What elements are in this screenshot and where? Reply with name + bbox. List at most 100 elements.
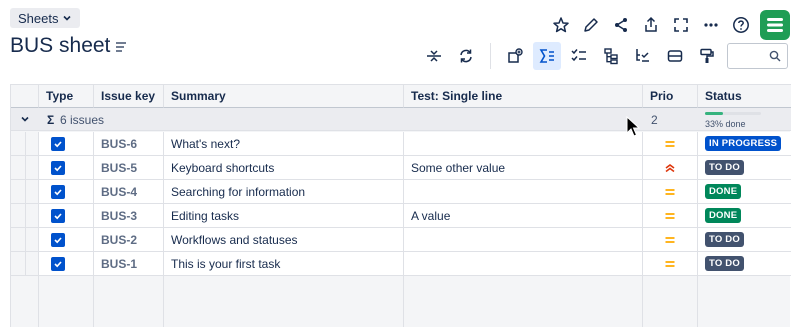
column-header-test[interactable]: Test: Single line bbox=[404, 84, 643, 108]
issue-key[interactable]: BUS-4 bbox=[101, 185, 137, 199]
table-row[interactable]: BUS-1 This is your first task TO DO bbox=[11, 252, 791, 276]
test-single-line-cell[interactable] bbox=[404, 252, 643, 276]
tree-line bbox=[25, 132, 26, 156]
summary-cell[interactable]: This is your first task bbox=[164, 252, 404, 276]
table-row[interactable]: BUS-3 Editing tasks A value DONE bbox=[11, 204, 791, 228]
status-badge[interactable]: TO DO bbox=[705, 232, 744, 247]
status-badge[interactable]: DONE bbox=[705, 208, 742, 223]
issue-key[interactable]: BUS-1 bbox=[101, 257, 137, 271]
summary[interactable]: Workflows and statuses bbox=[171, 233, 298, 247]
progress-label: 33% done bbox=[705, 119, 746, 129]
group-row[interactable]: Σ 6 issues 2 33% done bbox=[11, 108, 791, 131]
prio-cell[interactable] bbox=[643, 252, 698, 276]
issue-key-cell[interactable]: BUS-1 bbox=[94, 252, 164, 276]
status-cell[interactable]: DONE bbox=[698, 180, 791, 204]
test-single-line-cell[interactable]: A value bbox=[404, 204, 643, 228]
status-badge[interactable]: DONE bbox=[705, 184, 742, 199]
issue-key[interactable]: BUS-2 bbox=[101, 233, 137, 247]
sheets-dropdown[interactable]: Sheets bbox=[10, 8, 81, 28]
chevron-down-icon[interactable] bbox=[20, 114, 30, 124]
card-icon[interactable] bbox=[661, 42, 689, 70]
prio-cell[interactable] bbox=[643, 132, 698, 156]
column-header-type[interactable]: Type bbox=[39, 84, 94, 108]
checklist-icon[interactable] bbox=[565, 42, 593, 70]
export-icon[interactable] bbox=[636, 13, 666, 37]
status-badge[interactable]: TO DO bbox=[705, 256, 744, 271]
summary-cell[interactable]: Searching for information bbox=[164, 180, 404, 204]
column-gridline bbox=[93, 276, 94, 327]
status-badge[interactable]: IN PROGRESS bbox=[705, 136, 782, 151]
column-header-prio[interactable]: Prio bbox=[643, 84, 698, 108]
prio-cell[interactable] bbox=[643, 228, 698, 252]
collapse-rows-icon[interactable] bbox=[420, 42, 448, 70]
priority-highest-icon bbox=[665, 163, 675, 172]
column-gridline bbox=[163, 276, 164, 327]
status-cell[interactable]: TO DO bbox=[698, 228, 791, 252]
summary-cell[interactable]: Editing tasks bbox=[164, 204, 404, 228]
row-gutter bbox=[11, 180, 39, 204]
sigma-icon: Σ bbox=[47, 113, 55, 127]
sort-tree-icon[interactable] bbox=[629, 42, 657, 70]
search-input[interactable] bbox=[727, 43, 788, 69]
sheets-label: Sheets bbox=[18, 10, 59, 26]
row-gutter bbox=[11, 132, 39, 156]
column-header-status[interactable]: Status bbox=[698, 84, 791, 108]
issue-key-cell[interactable]: BUS-5 bbox=[94, 156, 164, 180]
summary[interactable]: Keyboard shortcuts bbox=[171, 161, 274, 175]
menu-lines-icon[interactable] bbox=[114, 40, 128, 54]
prio-cell[interactable] bbox=[643, 156, 698, 180]
refresh-icon[interactable] bbox=[452, 42, 480, 70]
priority-medium-icon bbox=[665, 212, 675, 219]
priority-medium-icon bbox=[665, 140, 675, 147]
table-row[interactable]: BUS-5 Keyboard shortcuts Some other value T… bbox=[11, 156, 791, 180]
issue-key[interactable]: BUS-6 bbox=[101, 137, 137, 151]
status-cell[interactable]: TO DO bbox=[698, 156, 791, 180]
pencil-icon[interactable] bbox=[576, 13, 606, 37]
progress-bar-fill bbox=[705, 112, 724, 115]
hierarchy-icon[interactable] bbox=[597, 42, 625, 70]
help-icon[interactable] bbox=[726, 13, 756, 37]
summary[interactable]: Searching for information bbox=[171, 185, 305, 199]
prio-cell[interactable] bbox=[643, 204, 698, 228]
column-header-issue-key[interactable]: Issue key bbox=[94, 84, 164, 108]
sum-icon[interactable] bbox=[533, 42, 561, 70]
column-gridline bbox=[38, 276, 39, 327]
format-painter-icon[interactable] bbox=[693, 42, 721, 70]
test-single-line-cell[interactable]: Some other value bbox=[404, 156, 643, 180]
fullscreen-icon[interactable] bbox=[666, 13, 696, 37]
status-badge[interactable]: TO DO bbox=[705, 160, 744, 175]
summary-cell[interactable]: Workflows and statuses bbox=[164, 228, 404, 252]
test-single-line-cell[interactable] bbox=[404, 180, 643, 204]
test-single-line-cell[interactable] bbox=[404, 228, 643, 252]
test-single-line[interactable]: Some other value bbox=[411, 161, 505, 175]
toolbar-divider bbox=[490, 43, 491, 69]
status-cell[interactable]: IN PROGRESS bbox=[698, 132, 791, 156]
table-row[interactable]: BUS-6 What's next? IN PROGRESS bbox=[11, 132, 791, 156]
column-header-summary[interactable]: Summary bbox=[164, 84, 404, 108]
issue-key[interactable]: BUS-3 bbox=[101, 209, 137, 223]
issue-key[interactable]: BUS-5 bbox=[101, 161, 137, 175]
type-cell bbox=[39, 228, 94, 252]
test-single-line-cell[interactable] bbox=[404, 132, 643, 156]
summary-cell[interactable]: What's next? bbox=[164, 132, 404, 156]
more-icon[interactable] bbox=[696, 13, 726, 37]
status-cell[interactable]: TO DO bbox=[698, 252, 791, 276]
table-row[interactable]: BUS-4 Searching for information DONE bbox=[11, 180, 791, 204]
add-view-icon[interactable] bbox=[501, 42, 529, 70]
prio-cell[interactable] bbox=[643, 180, 698, 204]
test-single-line[interactable]: A value bbox=[411, 209, 450, 223]
issue-key-cell[interactable]: BUS-6 bbox=[94, 132, 164, 156]
summary[interactable]: Editing tasks bbox=[171, 209, 239, 223]
table-row[interactable]: BUS-2 Workflows and statuses TO DO bbox=[11, 228, 791, 252]
issue-key-cell[interactable]: BUS-2 bbox=[94, 228, 164, 252]
summary-cell[interactable]: Keyboard shortcuts bbox=[164, 156, 404, 180]
issue-key-cell[interactable]: BUS-3 bbox=[94, 204, 164, 228]
status-cell[interactable]: DONE bbox=[698, 204, 791, 228]
app-logo-icon[interactable] bbox=[760, 10, 790, 40]
share-icon[interactable] bbox=[606, 13, 636, 37]
task-type-icon bbox=[51, 160, 65, 175]
star-icon[interactable] bbox=[546, 13, 576, 37]
summary[interactable]: What's next? bbox=[171, 137, 240, 151]
issue-key-cell[interactable]: BUS-4 bbox=[94, 180, 164, 204]
summary[interactable]: This is your first task bbox=[171, 257, 280, 271]
